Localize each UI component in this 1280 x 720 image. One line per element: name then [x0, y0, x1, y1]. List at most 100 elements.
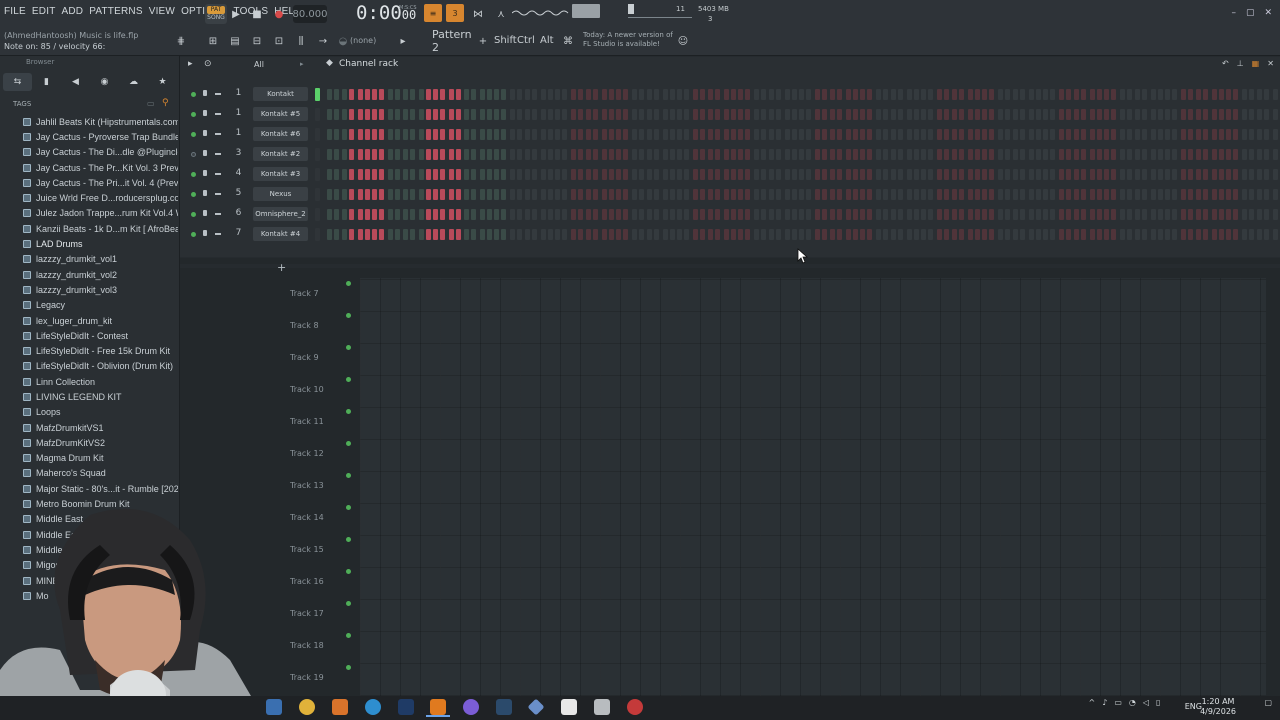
step-button[interactable]: [693, 149, 698, 160]
step-button[interactable]: [860, 89, 865, 100]
step-button[interactable]: [967, 89, 973, 100]
step-button[interactable]: [951, 209, 957, 220]
steps-view-icon[interactable]: ▦: [1252, 59, 1260, 68]
step-button[interactable]: [677, 229, 682, 240]
step-button[interactable]: [738, 209, 743, 220]
step-button[interactable]: [1157, 109, 1163, 120]
channel-pan-knob[interactable]: [215, 153, 221, 155]
step-button[interactable]: [700, 89, 706, 100]
step-button[interactable]: [1111, 109, 1117, 120]
step-button[interactable]: [768, 169, 774, 180]
step-button[interactable]: [540, 189, 546, 200]
step-button[interactable]: [982, 89, 987, 100]
step-button[interactable]: [784, 229, 790, 240]
step-button[interactable]: [1111, 229, 1117, 240]
channel-volume-knob[interactable]: [203, 130, 207, 136]
step-button[interactable]: [1035, 189, 1041, 200]
step-button[interactable]: [592, 209, 598, 220]
step-button[interactable]: [479, 209, 485, 220]
step-button[interactable]: [1218, 89, 1224, 100]
step-button[interactable]: [585, 229, 591, 240]
step-button[interactable]: [1165, 89, 1170, 100]
channel-pan-knob[interactable]: [215, 213, 221, 215]
step-button[interactable]: [571, 109, 576, 120]
channel-select-indicator[interactable]: [315, 128, 320, 141]
step-button[interactable]: [547, 209, 553, 220]
step-button[interactable]: [1256, 189, 1262, 200]
step-button[interactable]: [632, 89, 637, 100]
step-button[interactable]: [937, 229, 942, 240]
step-button[interactable]: [1141, 189, 1147, 200]
step-button[interactable]: [531, 169, 537, 180]
step-button[interactable]: [341, 89, 347, 100]
browser-folder-item[interactable]: Maherco's Squad: [8, 466, 178, 481]
channel-volume-knob[interactable]: [203, 150, 207, 156]
step-button[interactable]: [562, 229, 568, 240]
step-button[interactable]: [440, 189, 446, 200]
step-button[interactable]: [1059, 109, 1064, 120]
step-button[interactable]: [1043, 109, 1048, 120]
step-button[interactable]: [852, 129, 858, 140]
step-button[interactable]: [494, 149, 499, 160]
step-button[interactable]: [601, 89, 607, 100]
step-button[interactable]: [1141, 169, 1147, 180]
step-button[interactable]: [768, 229, 774, 240]
step-button[interactable]: [897, 109, 903, 120]
step-button[interactable]: [1005, 209, 1011, 220]
step-button[interactable]: [921, 129, 926, 140]
browser-folder-item[interactable]: Julez Jadon Trappe...rum Kit Vol.4 WAV: [8, 206, 178, 221]
browser-folder-item[interactable]: Kanzii Beats - 1k D...m Kit [ AfroBeats …: [8, 221, 178, 236]
step-button[interactable]: [456, 169, 462, 180]
step-button[interactable]: [1141, 149, 1147, 160]
step-button[interactable]: [540, 229, 546, 240]
step-button[interactable]: [646, 189, 652, 200]
step-button[interactable]: [883, 109, 889, 120]
step-button[interactable]: [1226, 129, 1231, 140]
step-button[interactable]: [494, 169, 499, 180]
track-led-icon[interactable]: [346, 537, 351, 542]
step-button[interactable]: [1195, 129, 1201, 140]
step-button[interactable]: [562, 129, 568, 140]
step-button[interactable]: [677, 189, 682, 200]
step-button[interactable]: [1242, 169, 1247, 180]
step-button[interactable]: [913, 109, 919, 120]
step-button[interactable]: [1165, 109, 1170, 120]
channel-select-indicator[interactable]: [315, 168, 320, 181]
undo-icon[interactable]: ↶: [1222, 59, 1229, 68]
step-button[interactable]: [860, 109, 865, 120]
step-button[interactable]: [1242, 149, 1247, 160]
step-button[interactable]: [989, 209, 995, 220]
step-button[interactable]: [730, 189, 736, 200]
step-button[interactable]: [768, 189, 774, 200]
step-button[interactable]: [357, 129, 363, 140]
step-button[interactable]: [578, 129, 584, 140]
mixer-icon[interactable]: ⊡: [270, 32, 288, 50]
step-button[interactable]: [395, 89, 401, 100]
step-button[interactable]: [937, 109, 942, 120]
track-header[interactable]: Track 8: [286, 311, 352, 343]
step-button[interactable]: [928, 149, 934, 160]
step-button[interactable]: [1202, 209, 1208, 220]
track-header[interactable]: Track 16: [286, 567, 352, 599]
step-button[interactable]: [1111, 129, 1117, 140]
rack-scrollbar[interactable]: [180, 258, 1280, 264]
step-button[interactable]: [700, 149, 706, 160]
step-button[interactable]: [913, 209, 919, 220]
step-button[interactable]: [1134, 129, 1140, 140]
step-button[interactable]: [1089, 89, 1095, 100]
step-button[interactable]: [906, 109, 912, 120]
step-button[interactable]: [1211, 149, 1217, 160]
step-button[interactable]: [402, 89, 408, 100]
step-button[interactable]: [723, 109, 729, 120]
step-button[interactable]: [1073, 109, 1079, 120]
step-button[interactable]: [883, 149, 889, 160]
step-button[interactable]: [571, 169, 576, 180]
rack-options-icon[interactable]: ⊙: [204, 59, 212, 69]
channel-volume-knob[interactable]: [203, 90, 207, 96]
step-button[interactable]: [754, 189, 759, 200]
step-button[interactable]: [669, 209, 675, 220]
step-button[interactable]: [1256, 109, 1262, 120]
step-button[interactable]: [433, 149, 438, 160]
channel-volume-knob[interactable]: [203, 170, 207, 176]
step-button[interactable]: [1111, 169, 1117, 180]
